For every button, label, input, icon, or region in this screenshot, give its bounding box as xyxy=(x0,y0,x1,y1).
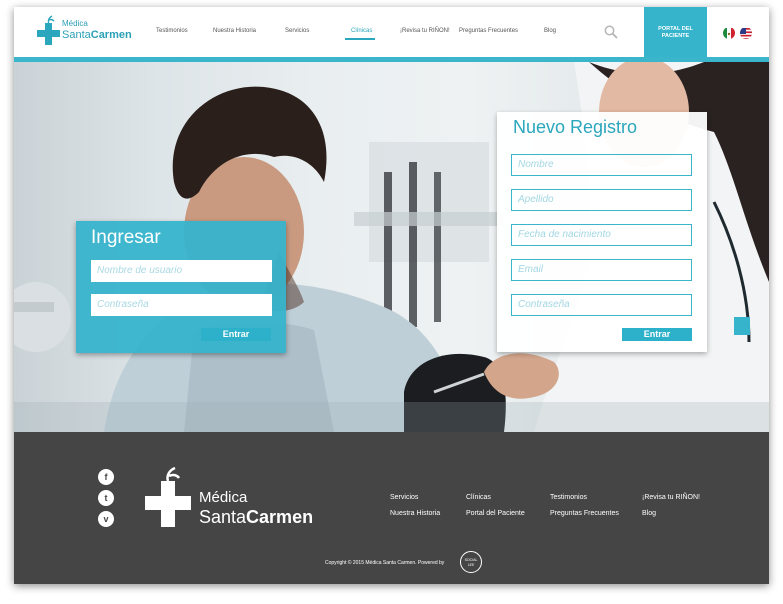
footer-link-nuestra-historia[interactable]: Nuestra Historia xyxy=(390,510,440,517)
twitter-icon[interactable]: t xyxy=(98,490,114,506)
footer-link-servicios[interactable]: Servicios xyxy=(390,494,418,501)
register-title: Nuevo Registro xyxy=(513,117,638,137)
register-panel: Nuevo Registro Nombre Apellido Fecha de … xyxy=(497,112,707,352)
facebook-icon[interactable]: f xyxy=(98,469,114,485)
first-name-input[interactable]: Nombre xyxy=(511,154,692,176)
brand-line2: SantaCarmen xyxy=(62,29,132,41)
login-panel: Ingresar Nombre de usuario Contraseña En… xyxy=(76,221,286,353)
username-input[interactable]: Nombre de usuario xyxy=(91,260,272,282)
nav-servicios[interactable]: Servicios xyxy=(285,28,309,34)
portal-line2: PACIENTE xyxy=(661,33,690,39)
powered-by-badge[interactable]: SOCIAL LEE xyxy=(460,551,482,573)
hero-section: Ingresar Nombre de usuario Contraseña En… xyxy=(14,62,769,432)
vimeo-icon[interactable]: v xyxy=(98,511,114,527)
site-footer: f t v Médica SantaCarmen Servicios Nuest… xyxy=(14,432,769,584)
medical-cross-icon xyxy=(37,15,60,45)
mexico-flag-icon[interactable] xyxy=(723,27,735,39)
footer-link-testimonios[interactable]: Testimonios xyxy=(550,494,587,501)
register-password-input[interactable]: Contraseña xyxy=(511,294,692,316)
last-name-input[interactable]: Apellido xyxy=(511,189,692,211)
page-frame: Médica SantaCarmen Testimonios Nuestra H… xyxy=(14,7,769,584)
footer-link-blog[interactable]: Blog xyxy=(642,510,656,517)
login-submit-button[interactable]: Entrar xyxy=(201,328,271,341)
site-header: Médica SantaCarmen Testimonios Nuestra H… xyxy=(14,7,769,57)
nav-clinicas[interactable]: Clínicas xyxy=(351,28,372,34)
footer-link-portal-paciente[interactable]: Portal del Paciente xyxy=(466,510,525,517)
login-title: Ingresar xyxy=(91,227,161,248)
footer-link-revisa-rinon[interactable]: ¡Revisa tu RIÑON! xyxy=(642,494,700,501)
nav-preguntas-frecuentes[interactable]: Preguntas Frecuentes xyxy=(459,28,518,34)
search-icon[interactable] xyxy=(604,25,618,39)
footer-link-preguntas-frecuentes[interactable]: Preguntas Frecuentes xyxy=(550,510,619,517)
portal-line1: PORTAL DEL xyxy=(658,26,693,32)
footer-logo-cross-icon xyxy=(145,467,191,527)
login-password-input[interactable]: Contraseña xyxy=(91,294,272,316)
footer-link-clinicas[interactable]: Clínicas xyxy=(466,494,491,501)
nav-blog[interactable]: Blog xyxy=(544,28,556,34)
brand-logo[interactable]: Médica SantaCarmen xyxy=(36,15,132,47)
nav-active-indicator xyxy=(345,38,375,40)
portal-paciente-button[interactable]: PORTAL DEL PACIENTE xyxy=(644,7,707,57)
copyright-text: Copyright © 2015 Médica Santa Carmen. Po… xyxy=(325,560,445,566)
nav-revisa-rinon[interactable]: ¡Revisa tu RIÑON! xyxy=(400,28,450,34)
footer-brand-line1: Médica xyxy=(199,489,248,506)
nav-testimonios[interactable]: Testimonios xyxy=(156,28,188,34)
footer-brand-line2: SantaCarmen xyxy=(199,507,314,527)
usa-flag-icon[interactable] xyxy=(740,27,752,39)
nav-nuestra-historia[interactable]: Nuestra Historia xyxy=(213,28,256,34)
email-input[interactable]: Email xyxy=(511,259,692,281)
register-submit-button[interactable]: Entrar xyxy=(622,328,692,341)
brand-line1: Médica xyxy=(62,19,88,28)
birthdate-input[interactable]: Fecha de nacimiento xyxy=(511,224,692,246)
